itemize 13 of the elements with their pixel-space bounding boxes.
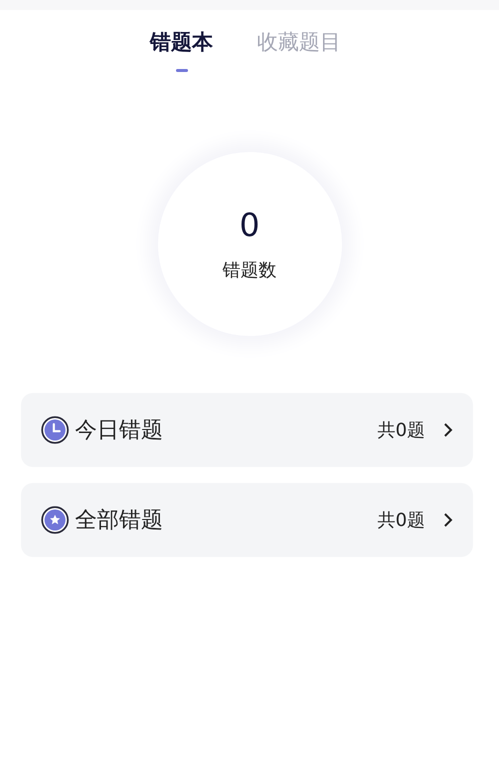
row-count: 共0题	[378, 419, 425, 442]
row-title: 全部错题	[75, 507, 164, 535]
list-row[interactable]: 今日错题 共0题	[21, 393, 473, 467]
tab[interactable]: 错题本	[150, 28, 213, 72]
row-count: 共0题	[378, 509, 425, 532]
clock-icon	[41, 416, 69, 444]
chevron-icon	[443, 512, 453, 528]
row-title: 今日错题	[75, 417, 164, 445]
count-label: 错题数	[222, 259, 276, 282]
chevron-icon	[443, 422, 453, 438]
list-row[interactable]: 全部错题 共0题	[21, 483, 473, 557]
tab-indicator	[176, 69, 188, 72]
wrong-count: 0	[239, 206, 260, 244]
